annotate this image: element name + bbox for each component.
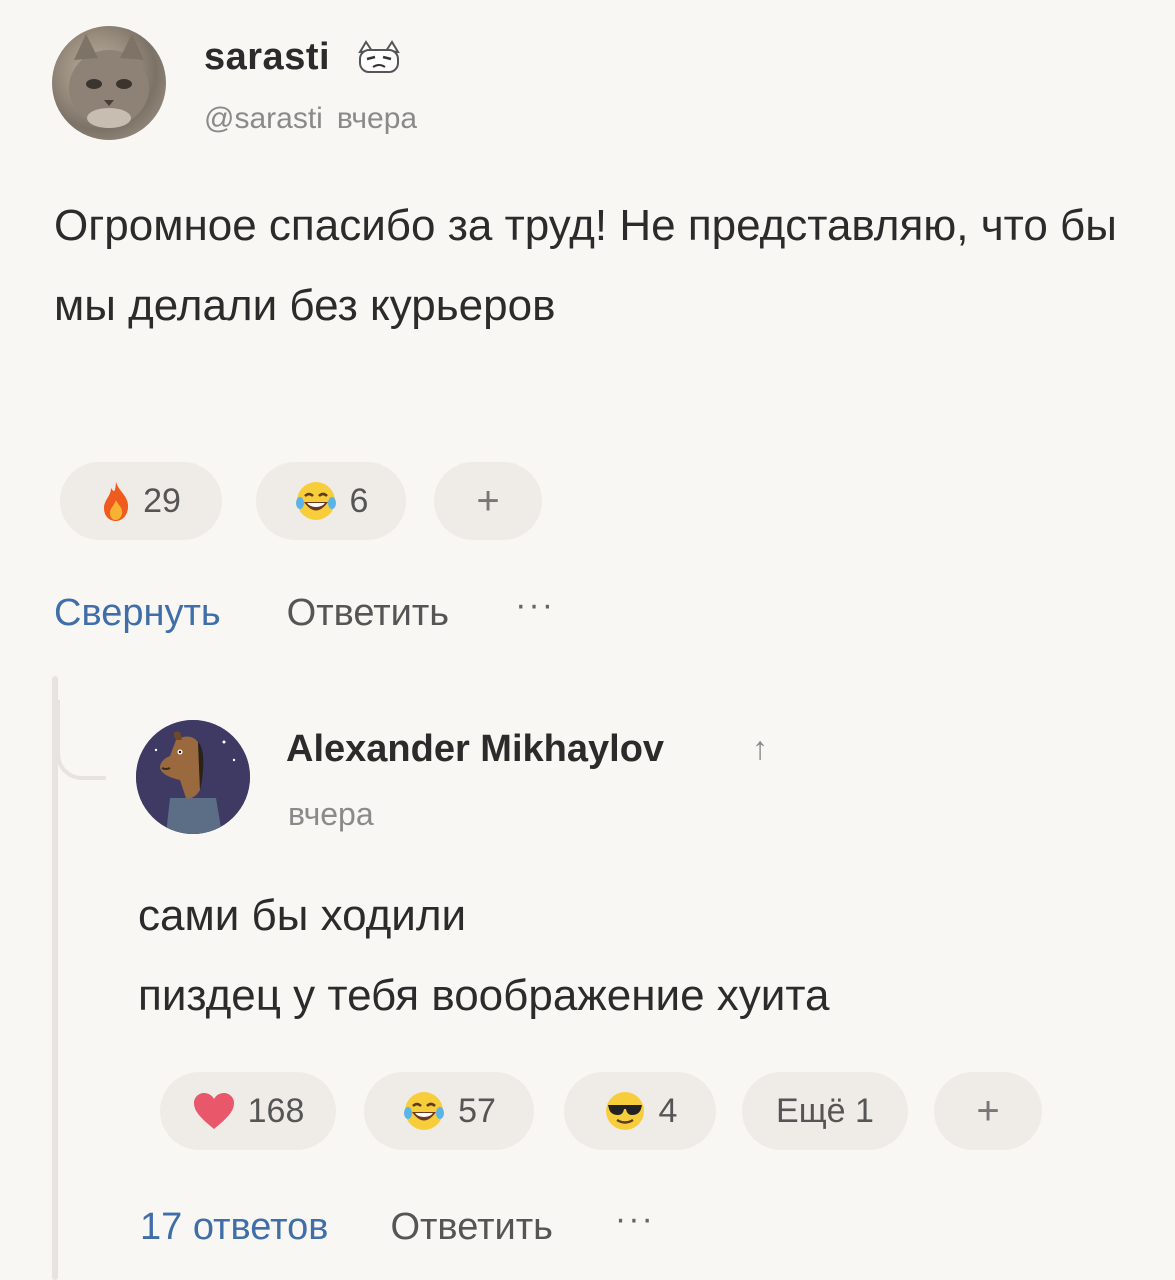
collapse-button[interactable]: Свернуть xyxy=(54,592,221,635)
reaction-cool-button[interactable]: 4 xyxy=(564,1072,716,1150)
reaction-laugh-button[interactable]: 6 xyxy=(256,462,406,540)
more-reactions-label: Ещё 1 xyxy=(776,1091,874,1130)
reaction-heart-button[interactable]: 168 xyxy=(160,1072,336,1150)
sunglasses-face-icon xyxy=(605,1092,644,1130)
comment-actions: 17 ответов Ответить ··· xyxy=(140,1200,655,1249)
comment-text-line: сами бы ходили xyxy=(138,891,467,940)
reaction-count: 57 xyxy=(458,1091,496,1130)
reply-button[interactable]: Ответить xyxy=(390,1206,552,1249)
comment-text: сами бы ходили пиздец у тебя воображение… xyxy=(138,876,1138,1036)
reaction-count: 6 xyxy=(349,481,369,520)
reaction-fire-button[interactable]: 29 xyxy=(60,462,222,540)
comment-text-line: пиздец у тебя воображение хуита xyxy=(138,971,830,1020)
comment-actions: Свернуть Ответить ··· xyxy=(54,586,555,635)
reaction-count: 168 xyxy=(247,1091,305,1130)
author-name[interactable]: Alexander Mikhaylov xyxy=(286,728,664,771)
comment-meta: @sarasti вчера xyxy=(204,102,417,136)
plus-icon: + xyxy=(476,478,500,523)
timestamp: вчера xyxy=(336,102,418,135)
grumpy-cat-badge-icon xyxy=(358,40,400,73)
more-options-icon[interactable]: ··· xyxy=(515,586,555,625)
show-replies-button[interactable]: 17 ответов xyxy=(140,1206,328,1249)
author-handle[interactable]: @sarasti xyxy=(204,102,323,135)
author-name[interactable]: sarasti xyxy=(204,36,330,79)
more-reactions-button[interactable]: Ещё 1 xyxy=(742,1072,908,1150)
reaction-count: 29 xyxy=(143,481,181,520)
cat-avatar-image xyxy=(69,34,149,128)
add-reaction-button[interactable]: + xyxy=(934,1072,1042,1150)
horse-avatar-image xyxy=(136,720,250,834)
timestamp: вчера xyxy=(288,796,374,832)
comment-text: Огромное спасибо за труд! Не представляю… xyxy=(54,201,1117,330)
add-reaction-button[interactable]: + xyxy=(434,462,542,540)
reply-to-arrow-icon[interactable]: ↑ xyxy=(752,730,768,767)
heart-icon xyxy=(193,1093,234,1129)
plus-icon: + xyxy=(976,1088,1000,1133)
avatar[interactable] xyxy=(52,26,166,140)
thread-line[interactable] xyxy=(52,676,58,1280)
reply-button[interactable]: Ответить xyxy=(287,592,449,635)
laughing-tears-icon xyxy=(295,482,336,520)
reaction-count: 4 xyxy=(658,1091,678,1130)
avatar[interactable] xyxy=(136,720,250,834)
thread-branch xyxy=(56,700,106,780)
more-options-icon[interactable]: ··· xyxy=(615,1200,655,1239)
fire-icon xyxy=(104,482,129,521)
laughing-tears-icon xyxy=(404,1092,445,1130)
reaction-laugh-button[interactable]: 57 xyxy=(364,1072,534,1150)
